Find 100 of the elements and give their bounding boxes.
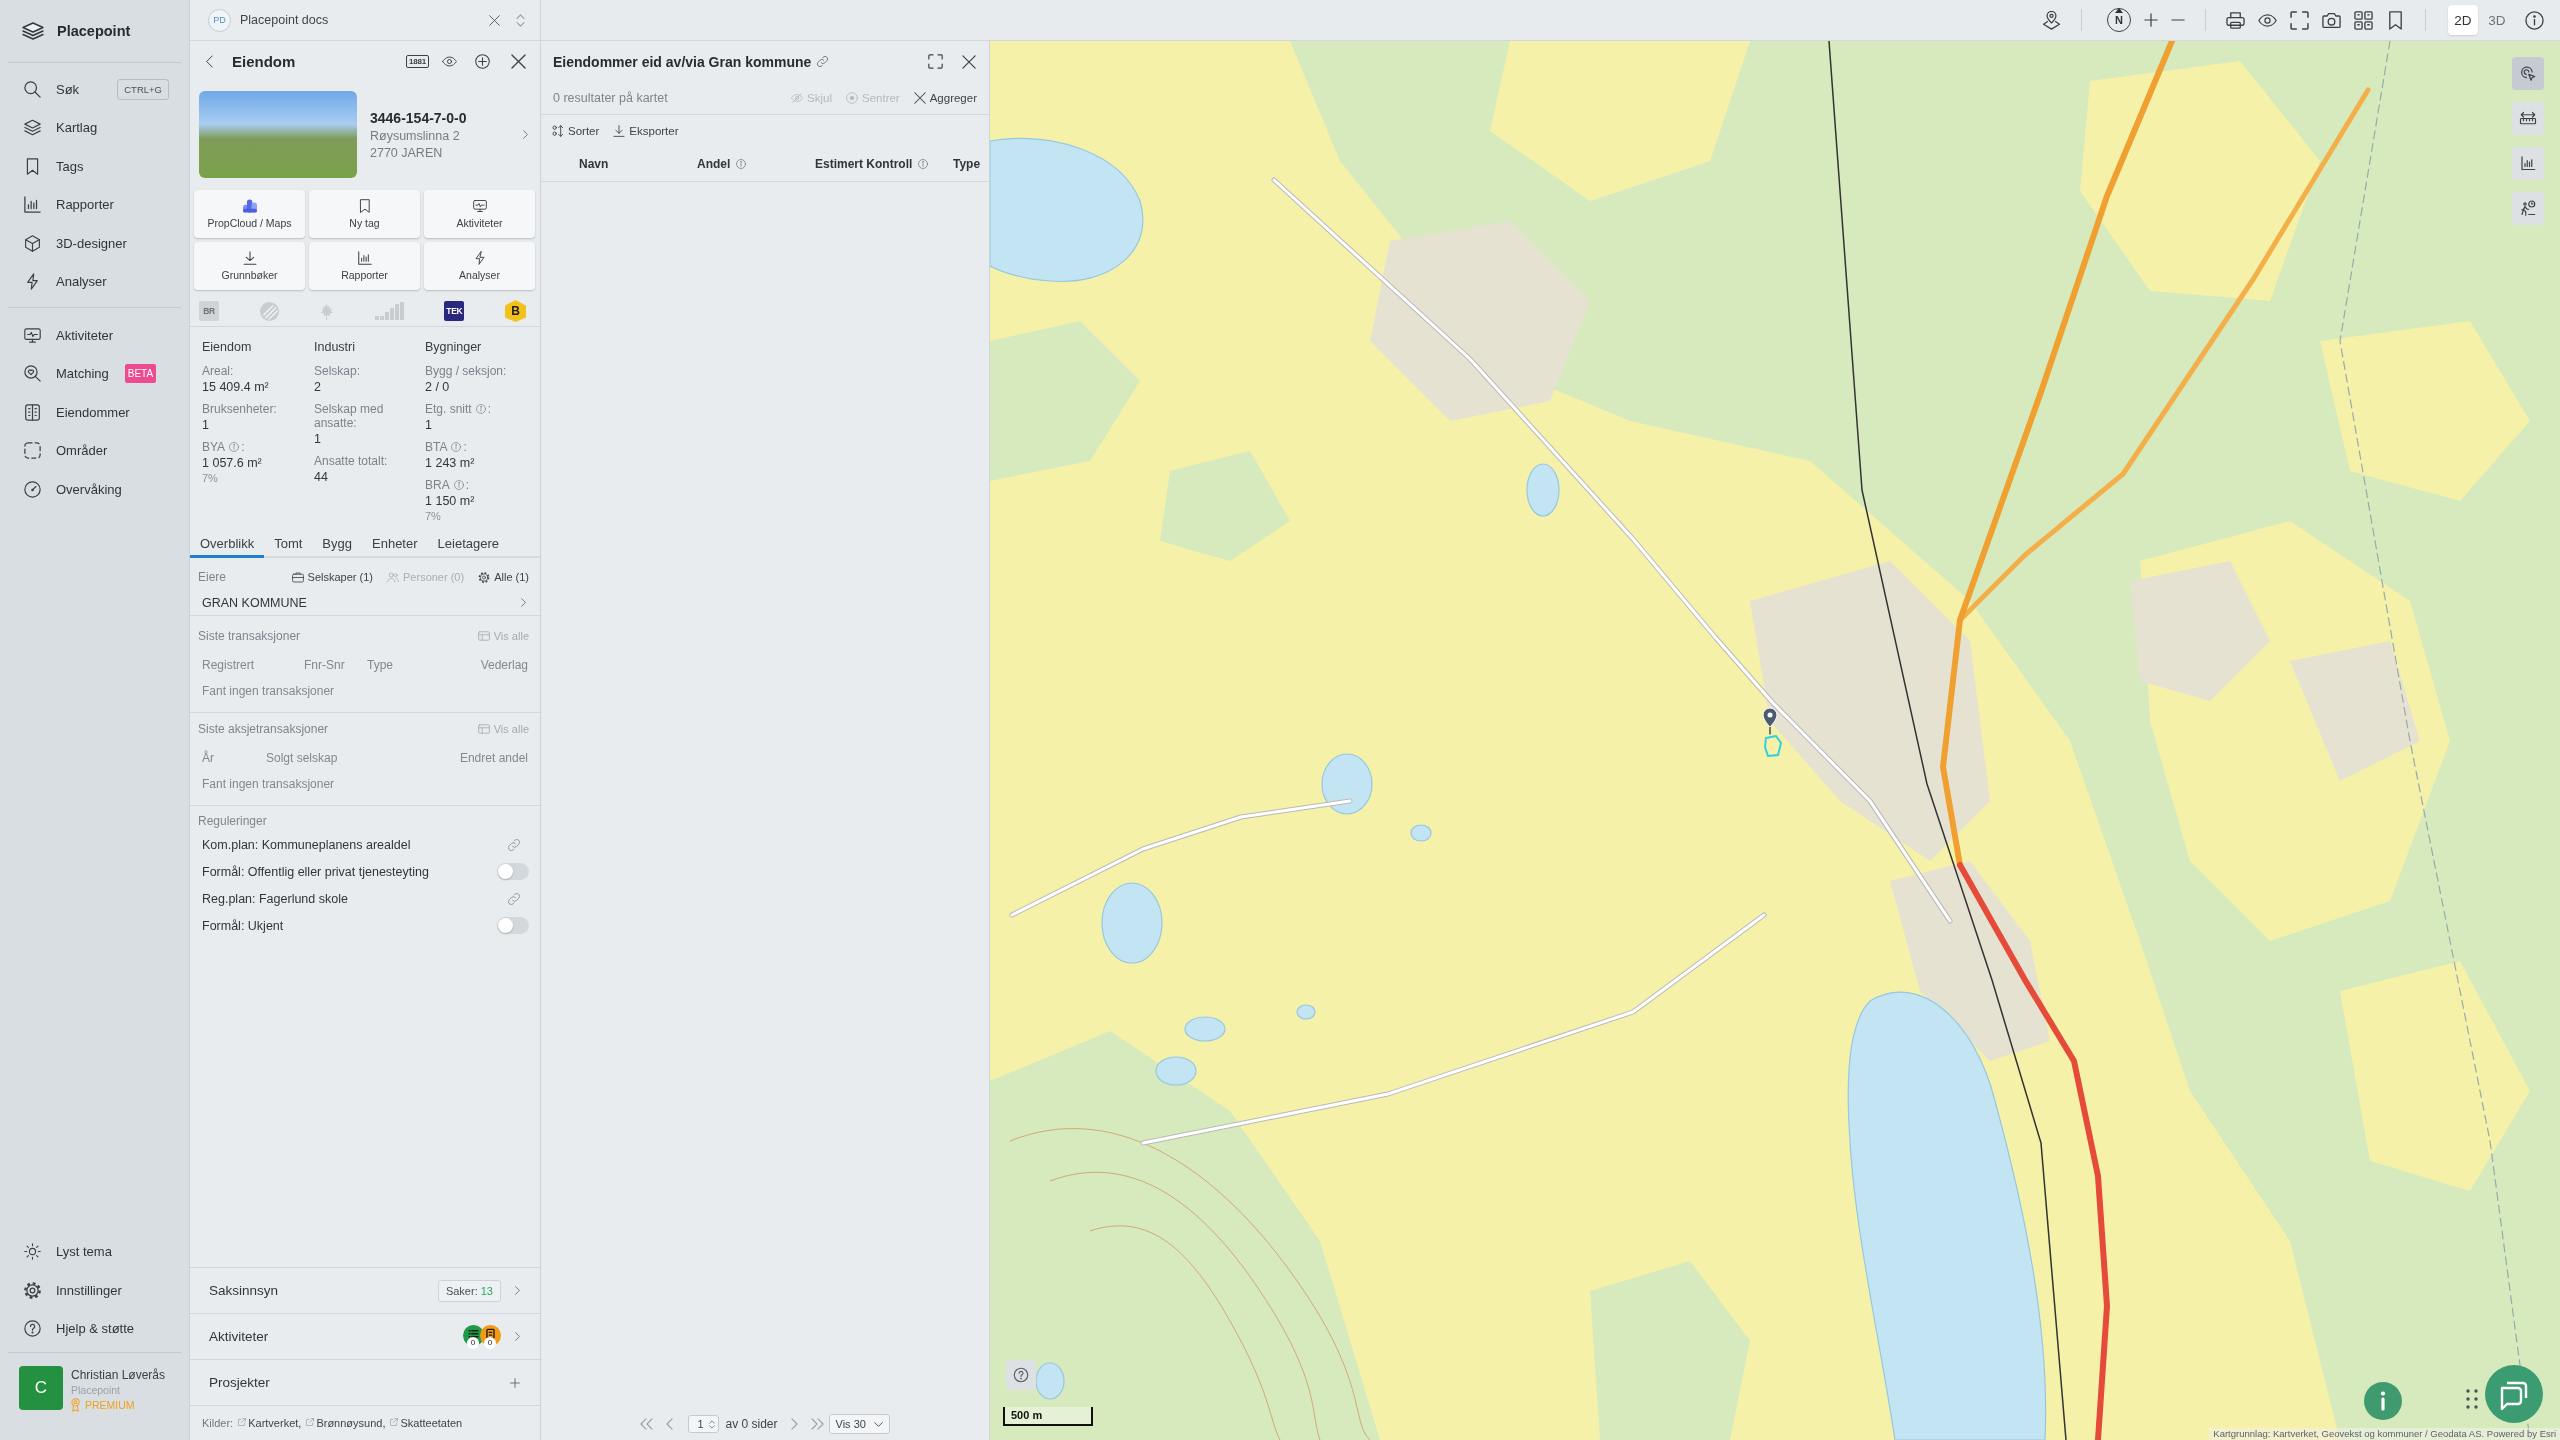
stat-value: 15 409.4 m² (202, 379, 270, 396)
crosshair-icon[interactable] (475, 54, 490, 69)
print-icon[interactable] (2226, 10, 2245, 30)
view-mode-tab[interactable]: 3D (2482, 5, 2512, 35)
lake (1184, 1016, 1226, 1042)
case-count-tag: Saker: 13 (437, 1279, 501, 1302)
last-page-icon[interactable] (810, 1418, 824, 1430)
back-icon[interactable] (206, 55, 213, 68)
nav-item[interactable]: Tags (0, 147, 189, 186)
link-icon[interactable] (508, 892, 520, 905)
export-button[interactable]: Eksporter (613, 125, 679, 137)
eye-icon[interactable] (442, 54, 457, 69)
close-icon[interactable] (511, 54, 526, 69)
column-header[interactable]: Navn (579, 157, 609, 171)
source-link[interactable]: Skatteetaten (390, 1417, 463, 1429)
action-button[interactable]: PropCloud / Maps (194, 190, 305, 238)
close-icon[interactable] (489, 14, 500, 26)
next-page-icon[interactable] (790, 1418, 798, 1430)
column-header[interactable]: Andel (697, 157, 731, 171)
first-page-icon[interactable] (640, 1418, 654, 1430)
source-link[interactable]: Brønnøysund, (306, 1417, 386, 1429)
nav-item[interactable]: Rapporter (0, 185, 189, 224)
page-input[interactable]: 1 (688, 1415, 720, 1433)
section-header[interactable]: Prosjekter (190, 1359, 540, 1405)
nav-item[interactable]: Kartlag (0, 108, 189, 147)
monitor-pulse-icon (24, 326, 41, 344)
tab[interactable]: Leietagere (427, 532, 509, 558)
cursor-target-icon[interactable] (2512, 57, 2544, 90)
stat-value: 1 057.6 m² (202, 455, 263, 472)
chevron-right-icon (521, 598, 526, 607)
tab[interactable]: Enheter (362, 532, 428, 558)
nav-item[interactable]: Lyst tema (0, 1232, 189, 1271)
close-icon[interactable] (962, 54, 976, 69)
nav-item[interactable]: Eiendommer (0, 393, 189, 432)
results-title: Eiendommer eid av/via Gran kommune (553, 53, 812, 70)
bar-chart-icon[interactable] (2512, 147, 2544, 180)
link-icon[interactable] (508, 838, 520, 851)
up-down-chevron-icon[interactable] (516, 13, 525, 27)
column-header: År (202, 751, 215, 765)
link-icon[interactable] (817, 56, 829, 67)
owner-row[interactable]: GRAN KOMMUNE (190, 590, 540, 616)
column-header[interactable]: Estimert Kontroll (815, 157, 913, 171)
action-button[interactable]: Grunnbøker (194, 242, 305, 290)
nav-item[interactable]: Søk CTRL+G (0, 70, 189, 109)
location-pin-icon[interactable] (1762, 707, 1778, 735)
nav-item[interactable]: Overvåking (0, 470, 189, 509)
tab[interactable]: Overblikk (190, 532, 265, 558)
chevron-right-icon[interactable] (523, 130, 528, 139)
drag-handle-icon[interactable] (2466, 1389, 2478, 1409)
action-button[interactable]: Rapporter (309, 242, 420, 290)
nav-item[interactable]: Aktiviteter (0, 316, 189, 355)
doc-title[interactable]: Placepoint docs (240, 13, 483, 27)
section-header[interactable]: Saksinnsyn Saker: 13 (190, 1267, 540, 1313)
energy-grade-badge[interactable]: B (504, 300, 526, 322)
stat-value: 2 (314, 379, 322, 396)
bookmark-icon[interactable] (2386, 10, 2405, 30)
fullscreen-icon[interactable] (2290, 10, 2309, 30)
target-icon (845, 92, 858, 104)
plus-icon[interactable] (510, 1377, 520, 1388)
filter-button[interactable]: Selskaper (1) (291, 571, 373, 583)
toggle-switch[interactable] (497, 863, 529, 880)
toggle-switch[interactable] (497, 917, 529, 934)
nav-item[interactable]: Hjelp & støtte (0, 1309, 189, 1348)
column-header[interactable]: Type (953, 157, 981, 171)
source-link[interactable]: Kartverket, (238, 1417, 302, 1429)
nav-item[interactable]: Matching BETA (0, 354, 189, 393)
bookmark-icon (24, 157, 41, 175)
user-avatar[interactable]: C (19, 1366, 63, 1410)
tab[interactable]: Tomt (264, 532, 313, 558)
action-button[interactable]: Ny tag (309, 190, 420, 238)
grid-icon[interactable] (2354, 10, 2373, 30)
fullscreen-icon[interactable] (928, 54, 943, 69)
page-size-select[interactable]: Vis 30 (828, 1414, 890, 1434)
help-icon[interactable] (1006, 1360, 1036, 1390)
table-icon (477, 724, 490, 734)
ruler-icon[interactable] (2512, 102, 2544, 135)
aggregate-button[interactable]: Aggreger (913, 92, 977, 104)
north-arrow-icon (2115, 8, 2123, 13)
nav-item[interactable]: Innstillinger (0, 1271, 189, 1310)
camera-icon[interactable] (2322, 10, 2341, 30)
lookup-badge[interactable]: 1881 (406, 55, 429, 68)
view-mode-tab[interactable]: 2D (2448, 5, 2478, 35)
action-button[interactable]: Analyser (424, 242, 535, 290)
certification-badge[interactable]: TEK (444, 301, 465, 321)
map-pin-layers-icon[interactable] (2042, 10, 2061, 30)
tab[interactable]: Bygg (312, 532, 362, 558)
nav-item[interactable]: Områder (0, 431, 189, 470)
nav-item[interactable]: Analyser (0, 262, 189, 301)
info-icon[interactable] (2525, 10, 2544, 30)
spinner-icon (709, 1419, 716, 1429)
action-button[interactable]: Aktiviteter (424, 190, 535, 238)
chat-icon[interactable] (2485, 1365, 2543, 1423)
previous-page-icon[interactable] (666, 1418, 674, 1430)
photo-placeholder[interactable] (199, 91, 357, 178)
zoom-in-icon[interactable] (2144, 13, 2158, 27)
section-header[interactable]: Aktiviteter 0 0 (190, 1313, 540, 1359)
sort-button[interactable]: Sorter (552, 125, 600, 137)
walking-timer-icon[interactable] (2512, 192, 2544, 225)
nav-item[interactable]: 3D-designer (0, 224, 189, 263)
filter-button[interactable]: Alle (1) (478, 571, 529, 583)
